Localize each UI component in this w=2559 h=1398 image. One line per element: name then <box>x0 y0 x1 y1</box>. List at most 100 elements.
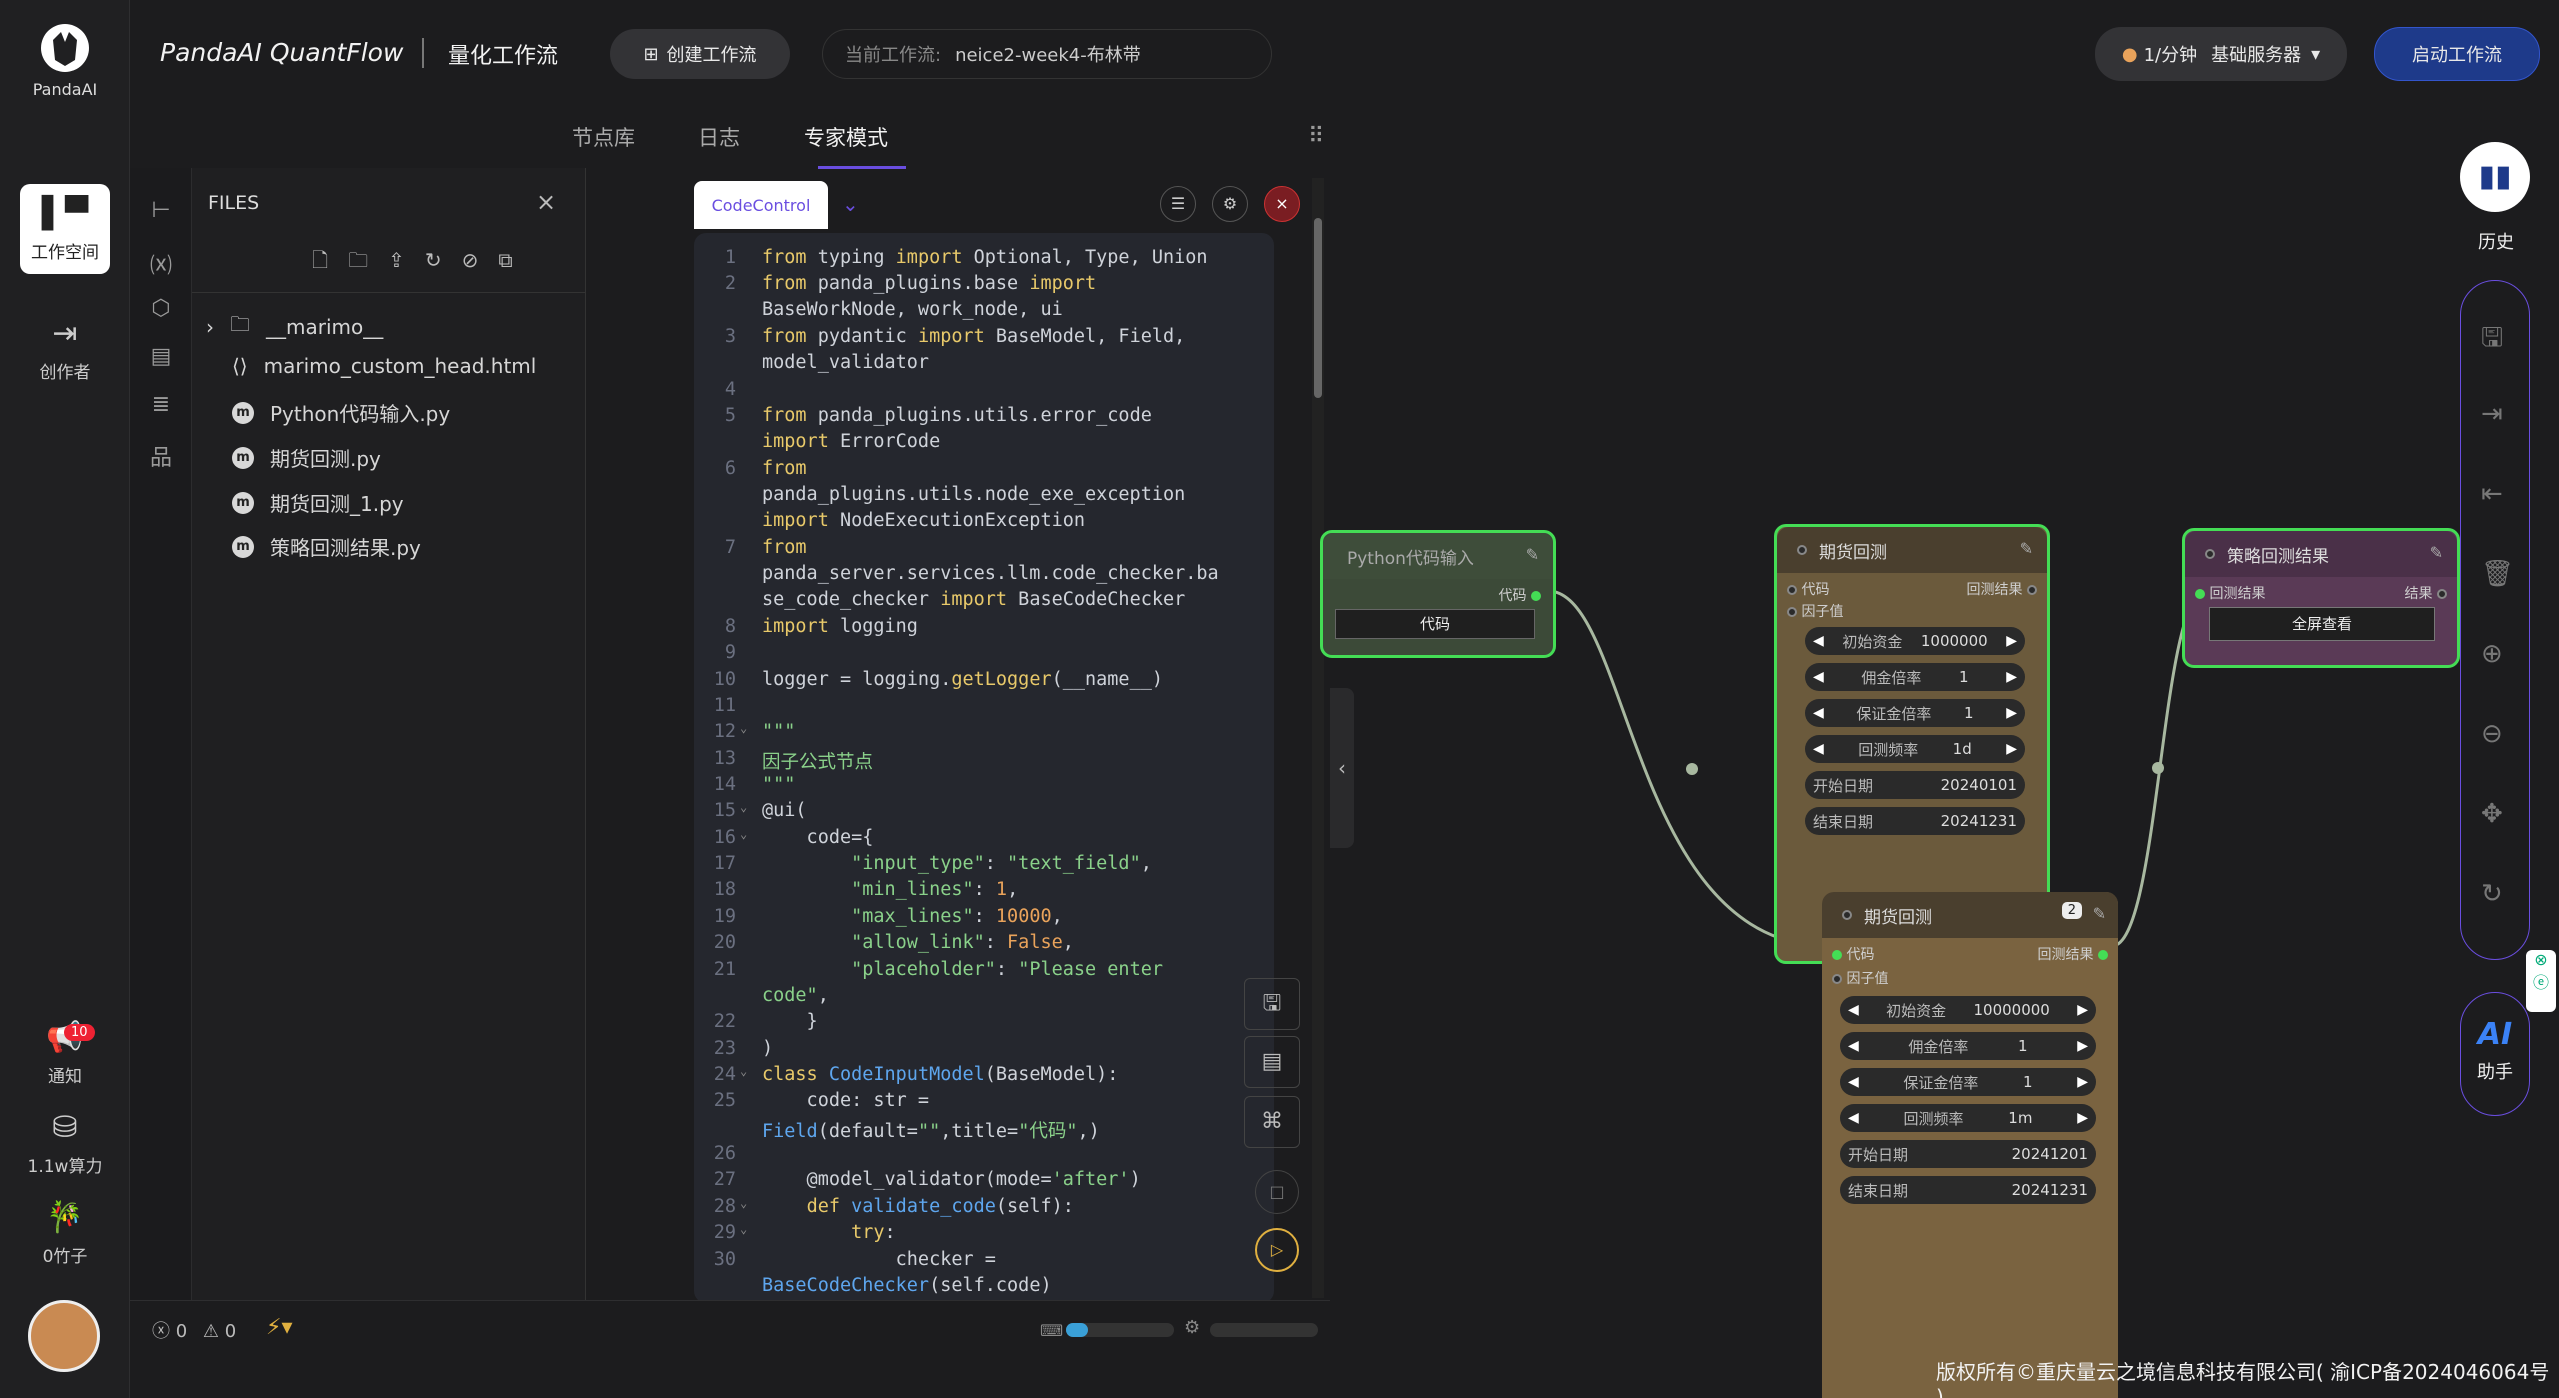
rail-bamboo[interactable]: 🎋 0竹子 <box>20 1200 110 1267</box>
hierarchy-icon[interactable]: 品 <box>147 440 175 471</box>
input-end-date[interactable]: 结束日期 20241231 <box>1805 807 2025 835</box>
port-dot[interactable] <box>1832 974 1842 984</box>
drag-handle-icon[interactable]: ⠿ <box>1308 124 1324 149</box>
scrollbar[interactable] <box>1312 178 1324 1298</box>
file-row[interactable]: m 策略回测结果.py <box>232 532 421 561</box>
create-workflow-button[interactable]: ⊞ 创建工作流 <box>610 29 790 79</box>
rail-notify[interactable]: 📢 通知 10 <box>20 1020 110 1087</box>
arrow-left-icon[interactable]: ◀ <box>1848 1038 1859 1054</box>
arrow-left-icon[interactable]: ◀ <box>1813 705 1824 721</box>
upload-icon[interactable]: ⇪ <box>388 248 425 272</box>
collapse-panel-icon[interactable]: ‹ <box>1330 688 1354 848</box>
port-dot[interactable] <box>2437 589 2447 599</box>
scroll-icon[interactable]: ▤ <box>147 344 175 372</box>
port-dot[interactable] <box>2195 589 2205 599</box>
file-row[interactable]: ⟨⟩ marimo_custom_head.html <box>232 354 536 378</box>
edge-midpoint[interactable] <box>2152 762 2164 774</box>
rail-workspace[interactable]: ▌▀ 工作空间 <box>20 184 110 274</box>
e-icon[interactable]: ⓔ <box>2533 973 2549 992</box>
folder-row[interactable]: › 🗀 __marimo__ <box>206 310 383 344</box>
import-icon[interactable]: ⇤ <box>2481 479 2503 509</box>
port-dot[interactable] <box>1531 591 1541 601</box>
run-button[interactable]: ▷ <box>1255 1228 1299 1272</box>
ai-assistant-button[interactable]: AI 助手 <box>2460 992 2530 1116</box>
workflow-canvas[interactable]: ‹ Python代码输入 ✎ 代码 代码 期货回测 ✎ 代码 回测结果 因子值 … <box>1320 108 2559 1398</box>
chevron-down-icon[interactable]: ⌄ <box>842 192 859 216</box>
stepper-initial-capital[interactable]: ◀ 初始资金 1000000 ▶ <box>1805 627 2025 655</box>
reset-icon[interactable]: ↻ <box>2481 879 2503 909</box>
output-port[interactable]: 代码 <box>1499 585 1541 605</box>
arrow-right-icon[interactable]: ▶ <box>2077 1074 2088 1090</box>
arrow-left-icon[interactable]: ◀ <box>1848 1002 1859 1018</box>
arrow-right-icon[interactable]: ▶ <box>2006 741 2017 757</box>
port-dot[interactable] <box>1832 950 1842 960</box>
input-port[interactable]: 代码 <box>1787 579 1829 599</box>
select-frequency[interactable]: ◀ 回测频率 1d ▶ <box>1805 735 2025 763</box>
copy-icon[interactable]: ⧉ <box>498 248 532 272</box>
arrow-right-icon[interactable]: ▶ <box>2006 633 2017 649</box>
edit-icon[interactable]: ✎ <box>2093 904 2106 923</box>
arrow-right-icon[interactable]: ▶ <box>2077 1110 2088 1126</box>
tree-icon[interactable]: ⊢ <box>147 198 175 226</box>
output-port[interactable]: 回测结果 <box>1967 579 2037 599</box>
save-icon[interactable]: 🖫 <box>2481 319 2503 363</box>
arrow-left-icon[interactable]: ◀ <box>1848 1110 1859 1126</box>
variable-icon[interactable]: ⒳ <box>147 248 175 279</box>
arrow-left-icon[interactable]: ◀ <box>1813 669 1824 685</box>
file-row[interactable]: m 期货回测_1.py <box>232 488 404 517</box>
arrow-left-icon[interactable]: ◀ <box>1848 1074 1859 1090</box>
zoom-in-icon[interactable]: ⊕ <box>2481 639 2503 669</box>
code-input-button[interactable]: 代码 <box>1335 609 1535 639</box>
package-icon[interactable]: ⬡ <box>147 296 175 324</box>
history-button[interactable]: ▮▮ <box>2460 142 2530 212</box>
tab-node-library[interactable]: 节点库 <box>572 122 635 152</box>
move-icon[interactable]: ✥ <box>2481 799 2503 829</box>
code-editor[interactable]: 1 from typing import Optional, Type, Unio… <box>694 233 1274 1303</box>
arrow-left-icon[interactable]: ◀ <box>1813 633 1824 649</box>
arrow-left-icon[interactable]: ◀ <box>1813 741 1824 757</box>
port-dot[interactable] <box>2098 950 2108 960</box>
close-icon[interactable]: × <box>536 188 556 216</box>
port-dot[interactable] <box>1787 585 1797 595</box>
command-icon[interactable]: ⌘ <box>1244 1096 1300 1148</box>
input-end-date[interactable]: 结束日期 20241231 <box>1840 1176 2096 1204</box>
input-port[interactable]: 因子值 <box>1787 601 1843 621</box>
edit-icon[interactable]: ✎ <box>2020 539 2033 558</box>
avatar[interactable] <box>28 1300 100 1372</box>
gear-icon[interactable]: ⚙ <box>1212 186 1248 222</box>
export-icon[interactable]: ⇥ <box>2481 399 2503 429</box>
edge-midpoint[interactable] <box>1686 763 1698 775</box>
node-python-input[interactable]: Python代码输入 ✎ 代码 代码 <box>1320 530 1556 658</box>
close-editor-button[interactable]: × <box>1264 186 1300 222</box>
edit-icon[interactable]: ✎ <box>2430 543 2443 562</box>
arrow-right-icon[interactable]: ▶ <box>2077 1002 2088 1018</box>
start-workflow-button[interactable]: 启动工作流 <box>2374 27 2540 81</box>
lightning-icon[interactable]: ⚡▾ <box>266 1315 293 1340</box>
save-icon[interactable]: 🖫 <box>1244 978 1300 1030</box>
edit-icon[interactable]: ✎ <box>1526 545 1539 564</box>
arrow-right-icon[interactable]: ▶ <box>2077 1038 2088 1054</box>
node-futures-backtest-2[interactable]: 期货回测 2 ✎ 代码 回测结果 因子值 ◀ 初始资金 10000000 ▶ ◀ 佣金倍… <box>1822 892 2118 1398</box>
output-port[interactable]: 结果 <box>2405 583 2447 603</box>
input-port[interactable]: 代码 <box>1832 944 1874 964</box>
stepper-margin[interactable]: ◀ 保证金倍率 1 ▶ <box>1840 1068 2096 1096</box>
input-start-date[interactable]: 开始日期 20241201 <box>1840 1140 2096 1168</box>
stepper-commission[interactable]: ◀ 佣金倍率 1 ▶ <box>1805 663 2025 691</box>
layout-icon[interactable]: ▤ <box>1244 1036 1300 1088</box>
fullscreen-view-button[interactable]: 全屏查看 <box>2209 607 2435 641</box>
stepper-margin[interactable]: ◀ 保证金倍率 1 ▶ <box>1805 699 2025 727</box>
keyboard-icon[interactable]: ⌨ <box>1040 1321 1063 1340</box>
delete-icon[interactable]: 🗑 <box>2481 559 2514 589</box>
input-port[interactable]: 因子值 <box>1832 968 1888 988</box>
select-frequency[interactable]: ◀ 回测频率 1m ▶ <box>1840 1104 2096 1132</box>
tab-expert-mode[interactable]: 专家模式 <box>804 122 888 152</box>
tab-log[interactable]: 日志 <box>698 122 740 152</box>
menu-icon[interactable]: ☰ <box>1160 186 1196 222</box>
file-row[interactable]: m 期货回测.py <box>232 443 381 472</box>
arrow-right-icon[interactable]: ▶ <box>2006 669 2017 685</box>
current-workflow-field[interactable]: 当前工作流: neice2-week4-布林带 <box>822 29 1272 79</box>
cpu-icon[interactable]: ⚙ <box>1184 1317 1200 1338</box>
port-dot[interactable] <box>2027 585 2037 595</box>
close-circle-icon[interactable]: ⊗ <box>2534 950 2547 969</box>
input-start-date[interactable]: 开始日期 20240101 <box>1805 771 2025 799</box>
